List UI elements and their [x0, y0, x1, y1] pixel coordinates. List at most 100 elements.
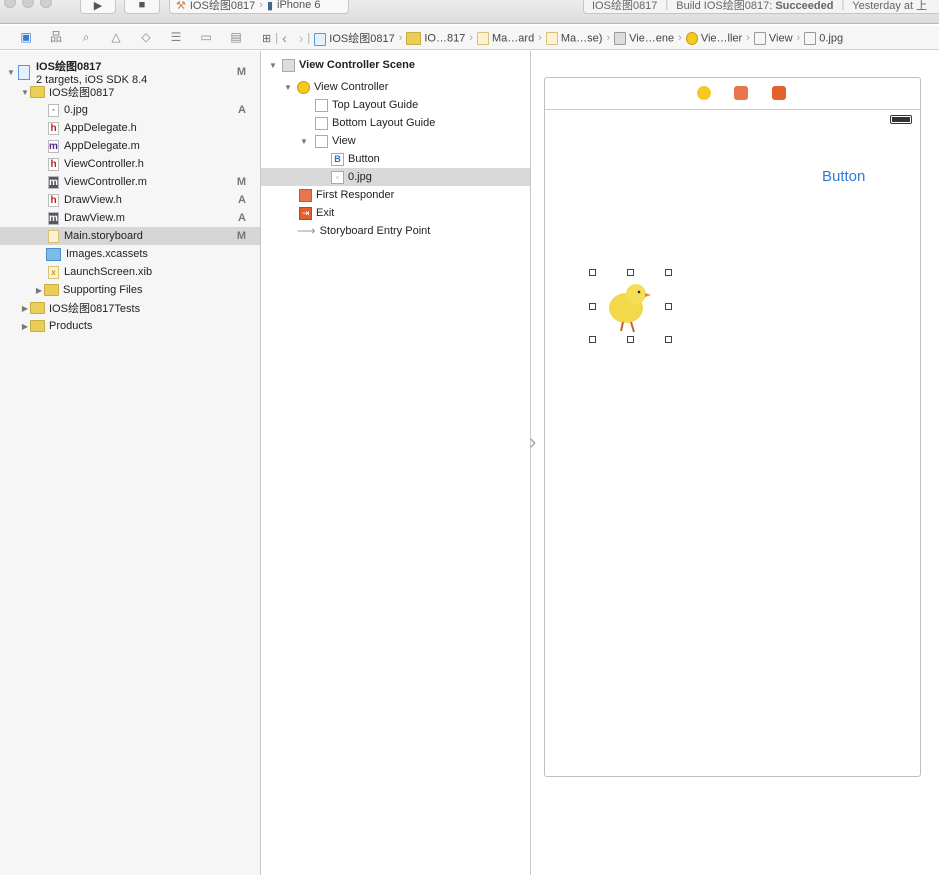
- scm-badge: A: [238, 104, 246, 116]
- first-responder-icon[interactable]: [734, 86, 748, 100]
- outline-entry-point[interactable]: ⟶ Storyboard Entry Point: [261, 222, 530, 240]
- outline-top-layout-guide[interactable]: Top Layout Guide: [261, 96, 530, 114]
- nav-item-0jpg[interactable]: ▪ 0.jpg A: [0, 101, 260, 119]
- xcode-app-icon: ⚒: [176, 0, 186, 12]
- image-file-icon: ▪: [48, 103, 59, 117]
- outline-exit[interactable]: ⇥ Exit: [261, 204, 530, 222]
- minimize-window-button[interactable]: [22, 0, 34, 8]
- item-label: Products: [49, 320, 93, 332]
- arrow-right-icon: ⟶: [297, 223, 316, 238]
- nav-item-main-storyboard[interactable]: Main.storyboard M: [0, 227, 260, 245]
- disclosure-open-icon[interactable]: ▼: [283, 83, 293, 92]
- scm-badge: M: [236, 66, 246, 78]
- item-label: 0.jpg: [348, 171, 372, 183]
- nav-item-viewcontroller-m[interactable]: m ViewController.m M: [0, 173, 260, 191]
- nav-item-images-xcassets[interactable]: Images.xcassets: [0, 245, 260, 263]
- disclosure-open-icon[interactable]: ▼: [20, 88, 30, 97]
- outline-first-responder[interactable]: First Responder: [261, 186, 530, 204]
- disclosure-open-icon[interactable]: ▼: [268, 61, 278, 70]
- project-name: IOS绘图0817: [36, 61, 102, 73]
- outline-button[interactable]: B Button: [261, 150, 530, 168]
- symbol-navigator-icon[interactable]: 品: [49, 30, 63, 44]
- debug-navigator-icon[interactable]: ☰: [169, 30, 183, 44]
- exit-icon[interactable]: [772, 86, 786, 100]
- resize-handle[interactable]: [589, 303, 596, 310]
- resize-handle[interactable]: [627, 269, 634, 276]
- search-icon[interactable]: ⌕: [79, 30, 93, 44]
- item-label: View: [332, 135, 356, 147]
- stop-button[interactable]: ■: [124, 0, 160, 14]
- disclosure-open-icon[interactable]: ▼: [299, 137, 309, 146]
- item-label: Storyboard Entry Point: [319, 225, 431, 237]
- header-file-icon: h: [48, 121, 59, 135]
- resize-handle[interactable]: [627, 336, 634, 343]
- breadcrumb-view[interactable]: View: [753, 31, 793, 45]
- nav-item-viewcontroller-h[interactable]: h ViewController.h: [0, 155, 260, 173]
- resize-handle[interactable]: [665, 336, 672, 343]
- play-icon: ▶: [93, 0, 103, 12]
- breadcrumb-view-controller[interactable]: Vie…ller: [685, 31, 742, 45]
- run-button[interactable]: ▶: [80, 0, 116, 14]
- layout-guide-icon: [315, 98, 328, 112]
- image-view-icon: ▫: [331, 170, 344, 184]
- close-window-button[interactable]: [4, 0, 16, 8]
- breadcrumb-project[interactable]: IOS绘图0817: [314, 30, 395, 46]
- item-label: LaunchScreen.xib: [64, 266, 153, 278]
- disclosure-closed-icon[interactable]: ▶: [34, 286, 44, 295]
- breadcrumb-image[interactable]: 0.jpg: [804, 31, 843, 45]
- outline-view[interactable]: ▼ View: [261, 132, 530, 150]
- iphone-icon: ▮: [266, 0, 274, 12]
- outline-view-controller[interactable]: ▼ View Controller: [261, 78, 530, 96]
- back-button[interactable]: ‹: [282, 30, 287, 46]
- entry-point-arrow-icon: ›: [529, 429, 537, 454]
- nav-item-launchscreen[interactable]: x LaunchScreen.xib: [0, 263, 260, 281]
- disclosure-closed-icon[interactable]: ▶: [20, 322, 30, 331]
- nav-item-supporting-files[interactable]: ▶ Supporting Files: [0, 281, 260, 299]
- scheme-selector[interactable]: ⚒ IOS绘图0817 › ▮ iPhone 6: [169, 0, 349, 14]
- related-items-icon[interactable]: ⊞: [262, 32, 271, 45]
- zoom-window-button[interactable]: [40, 0, 52, 8]
- storyboard-canvas[interactable]: › Button: [529, 51, 939, 875]
- item-label: 0.jpg: [64, 104, 88, 116]
- nav-item-group[interactable]: ▼ IOS绘图0817: [0, 83, 260, 101]
- nav-item-appdelegate-h[interactable]: h AppDelegate.h: [0, 119, 260, 137]
- resize-handle[interactable]: [589, 336, 596, 343]
- item-label: Top Layout Guide: [332, 99, 419, 111]
- outline-bottom-layout-guide[interactable]: Bottom Layout Guide: [261, 114, 530, 132]
- scm-badge: M: [236, 230, 246, 242]
- forward-button[interactable]: ›: [299, 30, 304, 46]
- project-navigator: ▼ IOS绘图0817 2 targets, iOS SDK 8.4 M ▼ IOS…: [0, 51, 261, 875]
- test-navigator-icon[interactable]: ◇: [139, 30, 153, 44]
- breadcrumb-base[interactable]: Ma…se): [545, 31, 602, 45]
- view-controller-icon[interactable]: [697, 86, 711, 100]
- breadcrumb-storyboard[interactable]: Ma…ard: [477, 31, 534, 45]
- resize-handle[interactable]: [665, 303, 672, 310]
- device-name: iPhone 6: [277, 0, 321, 11]
- nav-item-products[interactable]: ▶ Products: [0, 317, 260, 335]
- xib-file-icon: x: [48, 265, 59, 279]
- item-label: Exit: [316, 207, 335, 219]
- nav-item-appdelegate-m[interactable]: m AppDelegate.m: [0, 137, 260, 155]
- project-navigator-icon[interactable]: ▣: [19, 30, 33, 44]
- storyboard-button[interactable]: Button: [822, 168, 865, 185]
- resize-handle[interactable]: [589, 269, 596, 276]
- item-label: AppDelegate.h: [64, 122, 137, 134]
- outline-scene[interactable]: ▼ View Controller Scene: [261, 56, 530, 74]
- nav-item-tests[interactable]: ▶ IOS绘图0817Tests: [0, 299, 260, 317]
- item-label: ViewController.m: [64, 176, 147, 188]
- view-controller-scene[interactable]: Button: [544, 77, 921, 777]
- project-file-icon: [18, 64, 30, 80]
- image-view-selected[interactable]: [589, 269, 672, 343]
- outline-image-view[interactable]: ▫ 0.jpg: [261, 168, 530, 186]
- nav-item-drawview-m[interactable]: m DrawView.m A: [0, 209, 260, 227]
- disclosure-closed-icon[interactable]: ▶: [20, 304, 30, 313]
- breadcrumb-scene[interactable]: Vie…ene: [614, 31, 674, 45]
- item-label: Bottom Layout Guide: [332, 117, 436, 129]
- nav-item-drawview-h[interactable]: h DrawView.h A: [0, 191, 260, 209]
- breadcrumb-folder[interactable]: IO…817: [406, 31, 465, 45]
- breakpoint-navigator-icon[interactable]: ▭: [199, 30, 213, 44]
- disclosure-open-icon[interactable]: ▼: [6, 68, 16, 77]
- issue-navigator-icon[interactable]: △: [109, 30, 123, 44]
- resize-handle[interactable]: [665, 269, 672, 276]
- report-navigator-icon[interactable]: ▤: [229, 30, 243, 44]
